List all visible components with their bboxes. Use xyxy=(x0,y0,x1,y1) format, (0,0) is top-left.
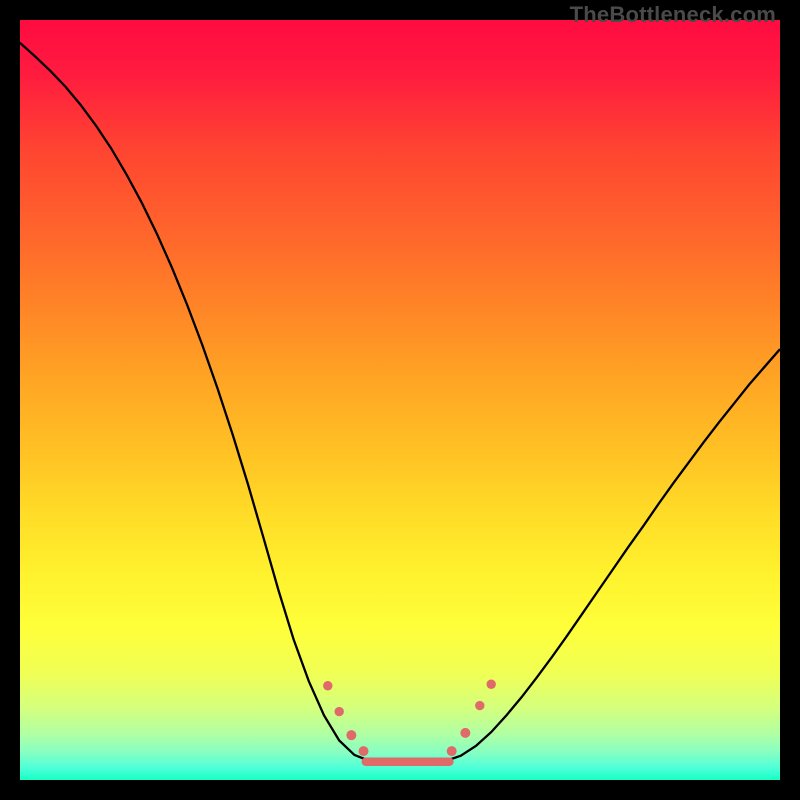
marker-right-dot-1 xyxy=(447,746,457,756)
marker-right-dot-3 xyxy=(475,701,484,710)
marker-left-dot-4 xyxy=(359,746,369,756)
chart-background xyxy=(20,20,780,780)
chart-svg xyxy=(20,20,780,780)
marker-left-dot-3 xyxy=(346,730,356,740)
marker-right-dot-2 xyxy=(460,728,470,738)
chart-frame xyxy=(20,20,780,780)
marker-left-dot-1 xyxy=(323,681,332,690)
marker-left-dot-2 xyxy=(335,707,344,716)
watermark-label: TheBottleneck.com xyxy=(570,2,776,28)
marker-right-dot-4 xyxy=(487,680,496,689)
